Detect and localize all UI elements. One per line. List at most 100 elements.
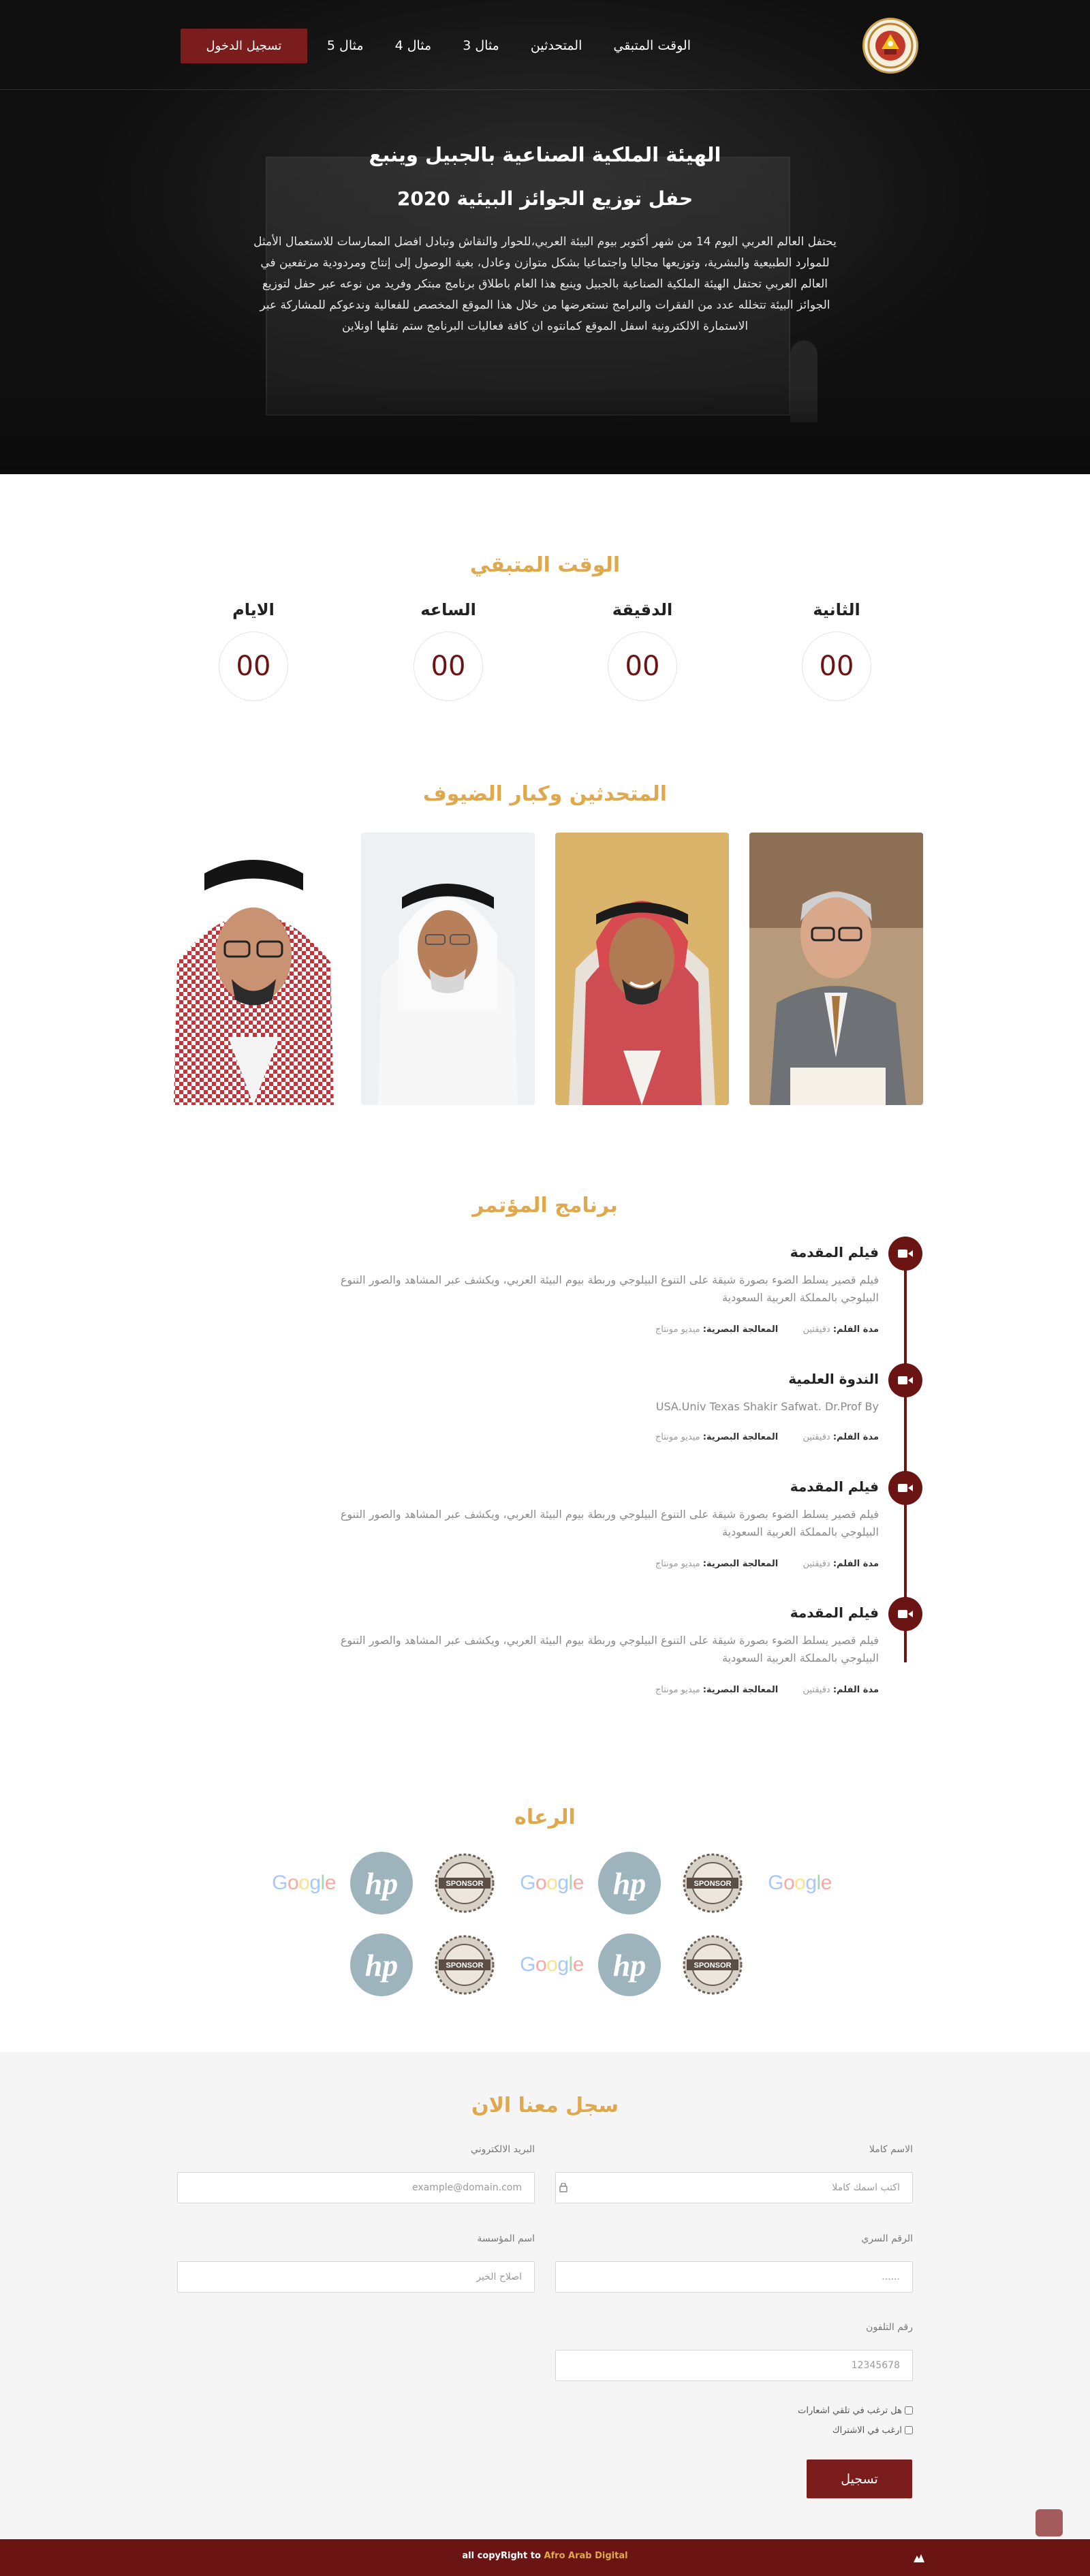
subscribe-checkbox[interactable] (905, 2426, 913, 2434)
program-item-title: فيلم المقدمة (790, 1604, 879, 1621)
footer-brand-link[interactable]: Afro Arab Digital (544, 2551, 627, 2561)
countdown-minutes-label: الدقيقة (612, 600, 673, 619)
producer-label: المعالجة البصرية: (702, 1324, 779, 1335)
speaker-portrait-red-shemagh (555, 833, 729, 1105)
sponsors-title: الرعاه (514, 1805, 576, 1829)
sponsor-hp[interactable]: hp (592, 1849, 667, 1917)
program-item-meta: مدة الفلم: دقيقتين المعالجة البصرية: ميد… (402, 1324, 879, 1335)
sponsor-hp[interactable]: hp (344, 1931, 419, 1999)
video-camera-icon[interactable] (888, 1237, 922, 1271)
sponsor-seal[interactable]: SPONSOR (427, 1849, 502, 1917)
footer-copyright: all copyRight to Afro Arab Digital (0, 2551, 1090, 2561)
sponsor-seal-label: SPONSOR (446, 1880, 483, 1888)
speaker-photo-4[interactable] (167, 833, 341, 1105)
duration-value: دقيقتين (803, 1324, 830, 1335)
notifications-checkbox-row: هل ترغب في تلقي اشعارات (798, 2404, 913, 2417)
sponsor-hp[interactable]: hp (344, 1849, 419, 1917)
producer-value: ميديو مونتاج (655, 1432, 700, 1442)
footer: all copyRight to Afro Arab Digital (0, 2539, 1090, 2576)
hero-description: يحتفل العالم العربي اليوم 14 من شهر أكتو… (253, 235, 837, 333)
nav-item-speakers[interactable]: المتحدثين (531, 38, 582, 53)
speaker-photo-1[interactable] (749, 833, 923, 1105)
royal-commission-logo[interactable] (862, 18, 918, 74)
speaker-portrait-suit (749, 833, 923, 1105)
email-input[interactable] (177, 2172, 535, 2203)
hp-logo-icon: hp (350, 1852, 413, 1914)
countdown-minutes-value: 00 (608, 632, 677, 701)
countdown-minutes: الدقيقة 00 (595, 596, 690, 701)
countdown-days: الايام 00 (206, 596, 301, 701)
countdown: الثانية 00 الدقيقة 00 الساعه 00 الايام 0… (0, 596, 1090, 705)
program-item-meta: مدة الفلم: دقيقتين المعالجة البصرية: ميد… (402, 1559, 879, 1569)
program-item-title: فيلم المقدمة (790, 1478, 879, 1495)
nav-item-example-3[interactable]: مثال 3 (463, 38, 499, 53)
producer-value: ميديو مونتاج (655, 1685, 700, 1695)
navbar: الوقت المتبقي المتحدثين مثال 3 مثال 4 مث… (0, 0, 1090, 90)
countdown-days-label: الايام (232, 600, 275, 619)
sponsor-seal-icon: SPONSOR (683, 1853, 743, 1913)
organization-label: اسم المؤسسة (477, 2233, 535, 2244)
program-title: برنامج المؤتمر (472, 1194, 618, 1217)
hero-title: الهيئة الملكية الصناعية بالجبيل وينبع (369, 143, 721, 166)
countdown-title: الوقت المتبقي (469, 553, 621, 577)
hero-subtitle: حفل توزيع الجوائز البيئية 2020 (396, 187, 694, 210)
speakers-title: المتحدثين وكبار الضيوف (422, 782, 668, 806)
sponsor-seal[interactable]: SPONSOR (427, 1931, 502, 1999)
google-logo-icon: Google (520, 1953, 584, 1976)
main-nav: الوقت المتبقي المتحدثين مثال 3 مثال 4 مث… (327, 35, 691, 56)
program-item-description: فيلم قصير يسلط الضوء بصورة شيقة على التن… (340, 1634, 879, 1664)
speaker-photo-2[interactable] (555, 833, 729, 1105)
register-title: سجل معنا الان (471, 2094, 619, 2117)
sponsor-google[interactable]: Google (266, 1849, 341, 1917)
video-camera-icon[interactable] (888, 1597, 922, 1631)
register-submit-button[interactable]: تسجيل (807, 2459, 912, 2498)
countdown-seconds: الثانية 00 (789, 596, 884, 701)
countdown-seconds-label: الثانية (813, 600, 860, 619)
duration-label: مدة الفلم: (832, 1685, 879, 1695)
sponsor-seal-icon: SPONSOR (435, 1853, 495, 1913)
scroll-to-top-button[interactable] (1036, 2509, 1063, 2536)
nav-item-example-5[interactable]: مثال 5 (327, 38, 364, 53)
notifications-checkbox[interactable] (905, 2406, 913, 2415)
sponsor-seal-label: SPONSOR (446, 1961, 483, 1970)
program-item-meta: مدة الفلم: دقيقتين المعالجة البصرية: ميد… (402, 1432, 879, 1442)
hp-logo-icon: hp (350, 1934, 413, 1996)
video-camera-icon[interactable] (888, 1471, 922, 1505)
full-name-input[interactable] (555, 2172, 913, 2203)
sponsor-google[interactable]: Google (514, 1931, 589, 1999)
sponsor-hp[interactable]: hp (592, 1931, 667, 1999)
nav-item-example-4[interactable]: مثال 4 (395, 38, 432, 53)
login-button[interactable]: تسجيل الدخول (181, 29, 307, 63)
speaker-photo-3[interactable] (361, 833, 535, 1105)
video-camera-icon[interactable] (888, 1363, 922, 1397)
sponsor-seal-icon: SPONSOR (435, 1935, 495, 1995)
sponsor-seal[interactable]: SPONSOR (675, 1849, 750, 1917)
countdown-hours: الساعه 00 (401, 596, 496, 701)
email-label: البريد الالكتروني (471, 2144, 535, 2155)
producer-label: المعالجة البصرية: (702, 1559, 779, 1569)
program-item-meta: مدة الفلم: دقيقتين المعالجة البصرية: ميد… (402, 1685, 879, 1695)
duration-value: دقيقتين (803, 1432, 830, 1442)
program-item-title: فيلم المقدمة (790, 1244, 879, 1260)
program-item-description: USA.Univ Texas Shakir Safwat. Dr.Prof By (655, 1400, 879, 1413)
hp-logo-icon: hp (598, 1852, 661, 1914)
google-logo-icon: Google (520, 1872, 584, 1894)
countdown-hours-value: 00 (414, 632, 483, 701)
sponsor-seal[interactable]: SPONSOR (675, 1931, 750, 1999)
program-item-description: فيلم قصير يسلط الضوء بصورة شيقة على التن… (340, 1273, 879, 1304)
duration-label: مدة الفلم: (832, 1559, 879, 1569)
countdown-days-value: 00 (219, 632, 288, 701)
sponsor-google[interactable]: Google (762, 1849, 837, 1917)
sponsor-seal-label: SPONSOR (694, 1961, 731, 1970)
duration-value: دقيقتين (803, 1559, 830, 1569)
nav-item-remaining-time[interactable]: الوقت المتبقي (613, 38, 691, 53)
phone-input[interactable] (555, 2350, 913, 2381)
producer-value: ميديو مونتاج (655, 1324, 700, 1335)
producer-label: المعالجة البصرية: (702, 1685, 779, 1695)
sponsor-seal-label: SPONSOR (694, 1880, 731, 1888)
sponsor-google[interactable]: Google (514, 1849, 589, 1917)
footer-copyright-text: all copyRight to (462, 2551, 544, 2561)
password-input[interactable] (555, 2261, 913, 2293)
program-item-title: الندوة العلمية (788, 1371, 879, 1387)
organization-input[interactable] (177, 2261, 535, 2293)
